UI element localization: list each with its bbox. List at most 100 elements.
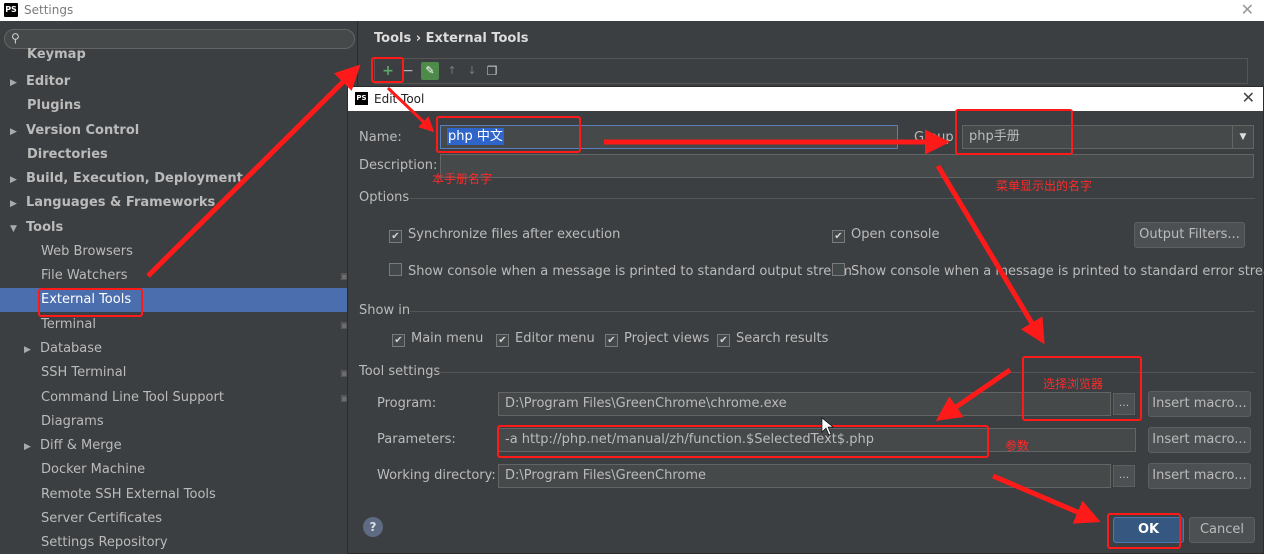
program-insert-macro-button[interactable]: Insert macro... — [1148, 391, 1251, 417]
annotation-box-group — [955, 109, 1073, 155]
tool-settings-section-label: Tool settings — [359, 364, 441, 379]
working-directory-input[interactable]: D:\Program Files\GreenChrome — [498, 464, 1111, 488]
description-label: Description: — [359, 158, 438, 173]
expand-arrow-icon[interactable]: ▶ — [24, 338, 40, 362]
phpstorm-logo-icon: PS — [355, 92, 368, 105]
annotation-box-add — [371, 57, 404, 83]
sidebar-item-diagrams[interactable]: Diagrams — [41, 410, 104, 434]
annotation-note-select-browser: 选择浏览器 — [1043, 377, 1104, 391]
checkbox-unchecked-icon[interactable] — [832, 263, 845, 276]
sidebar-item-label: Keymap — [27, 48, 86, 62]
checkbox-label: Search results — [736, 331, 829, 346]
sidebar-item-version-control[interactable]: ▶ Version Control — [10, 119, 139, 143]
copy-icon[interactable]: ❐ — [483, 62, 501, 80]
checkbox-label: Synchronize files after execution — [408, 227, 621, 242]
settings-titlebar: PS Settings ✕ — [0, 0, 1264, 21]
edit-icon[interactable]: ✎ — [421, 62, 439, 80]
sidebar-item-keymap[interactable]: Keymap — [27, 48, 86, 62]
name-label: Name: — [359, 130, 402, 145]
sidebar-item-label: Terminal — [41, 317, 96, 332]
sidebar-item-settings-repository[interactable]: Settings Repository — [41, 531, 168, 554]
expand-arrow-icon[interactable]: ▶ — [10, 120, 26, 144]
sidebar-item-label: Diagrams — [41, 414, 104, 429]
sidebar-item-editor[interactable]: ▶ Editor — [10, 70, 70, 94]
show-in-section-label: Show in — [359, 303, 411, 318]
sidebar-item-database[interactable]: ▶ Database — [24, 337, 102, 361]
breadcrumb: Tools › External Tools — [374, 31, 529, 46]
checkbox-checked-icon[interactable]: ✔ — [392, 334, 405, 347]
sidebar-item-file-watchers[interactable]: File Watchers — [41, 264, 127, 288]
annotation-box-ok — [1107, 513, 1181, 549]
annotation-note-manual-name: 本手册名字 — [432, 172, 493, 186]
sidebar-item-docker-machine[interactable]: Docker Machine — [41, 458, 145, 482]
checkbox-checked-icon[interactable]: ✔ — [496, 334, 509, 347]
show-in-separator — [410, 311, 1255, 312]
sidebar-item-label: Server Certificates — [41, 511, 163, 526]
sidebar-item-remote-ssh[interactable]: Remote SSH External Tools — [41, 483, 216, 507]
sidebar-item-label: Command Line Tool Support — [41, 390, 224, 405]
dialog-close-icon[interactable]: ✕ — [1242, 88, 1255, 107]
checkbox-label: Show console when a message is printed t… — [408, 264, 852, 279]
output-filters-button[interactable]: Output Filters... — [1134, 222, 1245, 248]
editor-menu-checkbox[interactable]: ✔ Editor menu — [496, 331, 595, 347]
checkbox-label: Show console when a message is printed t… — [851, 264, 1264, 279]
expand-arrow-icon[interactable]: ▶ — [10, 71, 26, 95]
move-down-icon[interactable]: ↓ — [463, 62, 481, 80]
options-section-label: Options — [359, 190, 410, 205]
cancel-button[interactable]: Cancel — [1189, 517, 1255, 543]
sidebar-item-label: Tools — [26, 220, 64, 235]
working-directory-insert-macro-button[interactable]: Insert macro... — [1148, 463, 1251, 489]
checkbox-unchecked-icon[interactable] — [389, 263, 402, 276]
sidebar-item-directories[interactable]: Directories — [27, 143, 108, 167]
annotation-box-parameters — [497, 425, 989, 458]
collapse-arrow-icon[interactable]: ▼ — [10, 217, 26, 241]
sidebar-item-diff-merge[interactable]: ▶ Diff & Merge — [24, 434, 122, 458]
sidebar-item-web-browsers[interactable]: Web Browsers — [41, 240, 133, 264]
main-menu-checkbox[interactable]: ✔ Main menu — [392, 331, 483, 347]
sidebar-item-command-line-tool[interactable]: Command Line Tool Support — [41, 386, 224, 410]
parameters-insert-macro-button[interactable]: Insert macro... — [1148, 427, 1251, 453]
sidebar-item-tools[interactable]: ▼ Tools — [10, 216, 63, 240]
settings-search-input[interactable]: ⚲ — [4, 29, 355, 49]
console-stdout-checkbox[interactable]: Show console when a message is printed t… — [389, 263, 852, 279]
project-views-checkbox[interactable]: ✔ Project views — [605, 331, 709, 347]
sidebar-item-label: Languages & Frameworks — [26, 195, 216, 210]
sidebar-item-ssh-terminal[interactable]: SSH Terminal — [41, 361, 126, 385]
search-icon: ⚲ — [11, 31, 20, 45]
sidebar-item-label: Directories — [27, 147, 108, 162]
search-results-checkbox[interactable]: ✔ Search results — [717, 331, 828, 347]
open-console-checkbox[interactable]: ✔ Open console — [832, 227, 940, 243]
sidebar-item-plugins[interactable]: Plugins — [27, 94, 81, 118]
sidebar-item-label: Remote SSH External Tools — [41, 487, 216, 502]
sidebar-item-label: SSH Terminal — [41, 365, 127, 380]
annotation-box-name — [436, 116, 581, 153]
expand-arrow-icon[interactable]: ▶ — [24, 435, 40, 459]
expand-arrow-icon[interactable]: ▶ — [10, 168, 26, 192]
sidebar-item-build[interactable]: ▶ Build, Execution, Deployment — [10, 167, 243, 191]
description-input[interactable] — [440, 154, 1254, 178]
checkbox-checked-icon[interactable]: ✔ — [832, 230, 845, 243]
sidebar-item-label: Version Control — [26, 123, 140, 138]
checkbox-label: Project views — [624, 331, 710, 346]
sidebar-item-server-certificates[interactable]: Server Certificates — [41, 507, 162, 531]
sidebar-item-label: Docker Machine — [41, 462, 146, 477]
sidebar-item-languages[interactable]: ▶ Languages & Frameworks — [10, 191, 215, 215]
checkbox-checked-icon[interactable]: ✔ — [605, 334, 618, 347]
expand-arrow-icon[interactable]: ▶ — [10, 192, 26, 216]
checkbox-checked-icon[interactable]: ✔ — [717, 334, 730, 347]
checkbox-checked-icon[interactable]: ✔ — [389, 230, 402, 243]
sync-files-checkbox[interactable]: ✔ Synchronize files after execution — [389, 227, 620, 243]
working-directory-browse-button[interactable]: ... — [1113, 465, 1135, 487]
help-icon[interactable]: ? — [363, 517, 383, 537]
external-tools-toolbar: + − ✎ ↑ ↓ ❐ — [374, 58, 1248, 84]
move-up-icon[interactable]: ↑ — [443, 62, 461, 80]
sidebar-item-label: Web Browsers — [41, 244, 133, 259]
program-input[interactable]: D:\Program Files\GreenChrome\chrome.exe — [498, 392, 1111, 416]
group-label: Group: — [914, 130, 958, 145]
annotation-note-params: 参数 — [1005, 439, 1030, 453]
settings-close-icon[interactable]: ✕ — [1241, 0, 1254, 19]
sidebar-item-label: Plugins — [27, 98, 81, 113]
console-stderr-checkbox[interactable]: Show console when a message is printed t… — [832, 263, 1264, 279]
chevron-down-icon[interactable]: ▼ — [1232, 126, 1253, 148]
dialog-title: Edit Tool — [374, 92, 425, 106]
